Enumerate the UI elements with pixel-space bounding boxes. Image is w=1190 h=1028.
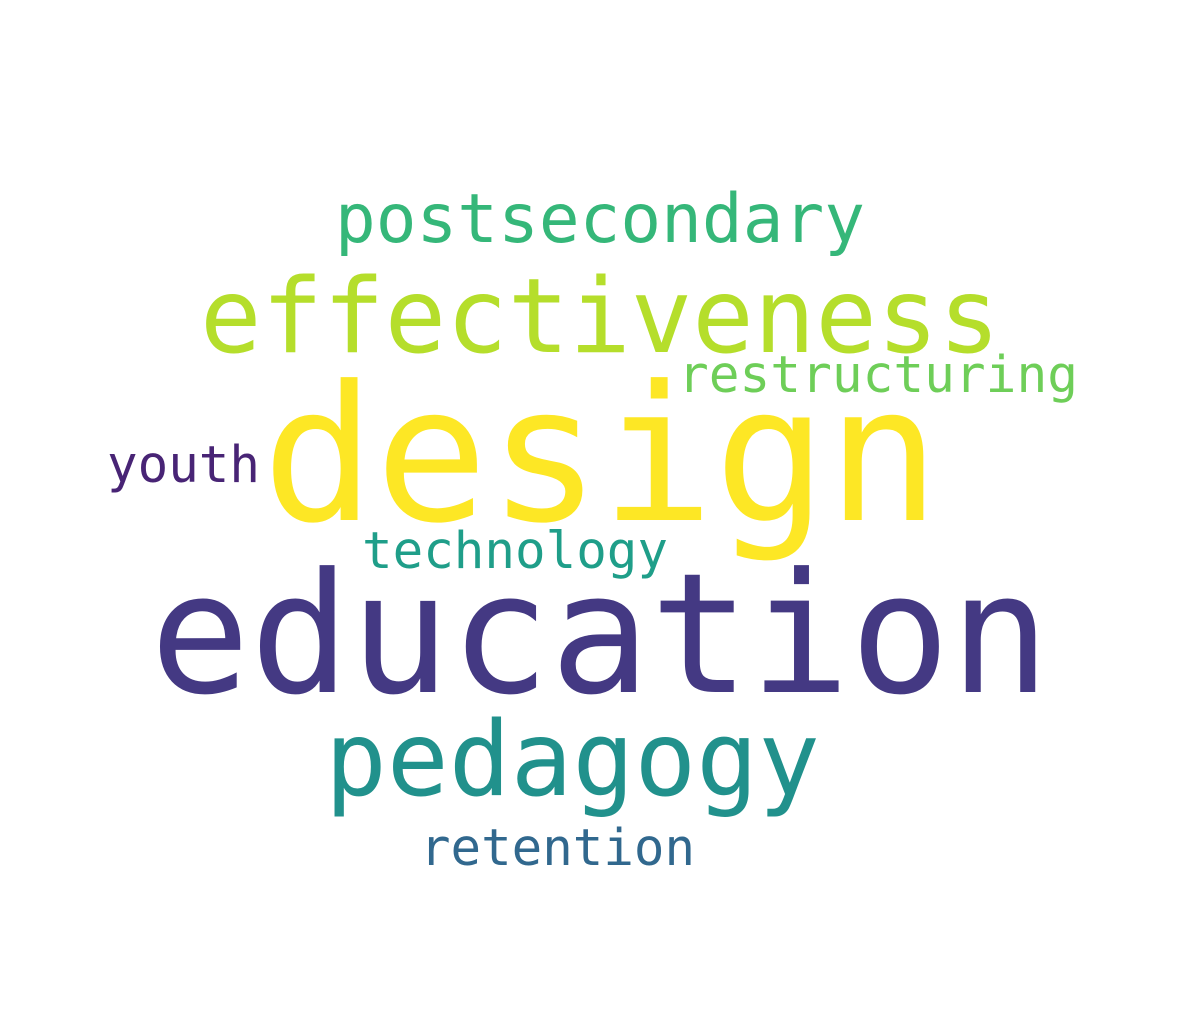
word-cloud: education design effectiveness pedagogy …: [0, 0, 1190, 1028]
word-technology: technology: [362, 522, 668, 581]
word-pedagogy: pedagogy: [325, 700, 820, 820]
word-postsecondary: postsecondary: [335, 180, 865, 259]
word-youth: youth: [107, 436, 260, 495]
word-restructuring: restructuring: [678, 346, 1078, 405]
word-retention: retention: [420, 819, 695, 878]
